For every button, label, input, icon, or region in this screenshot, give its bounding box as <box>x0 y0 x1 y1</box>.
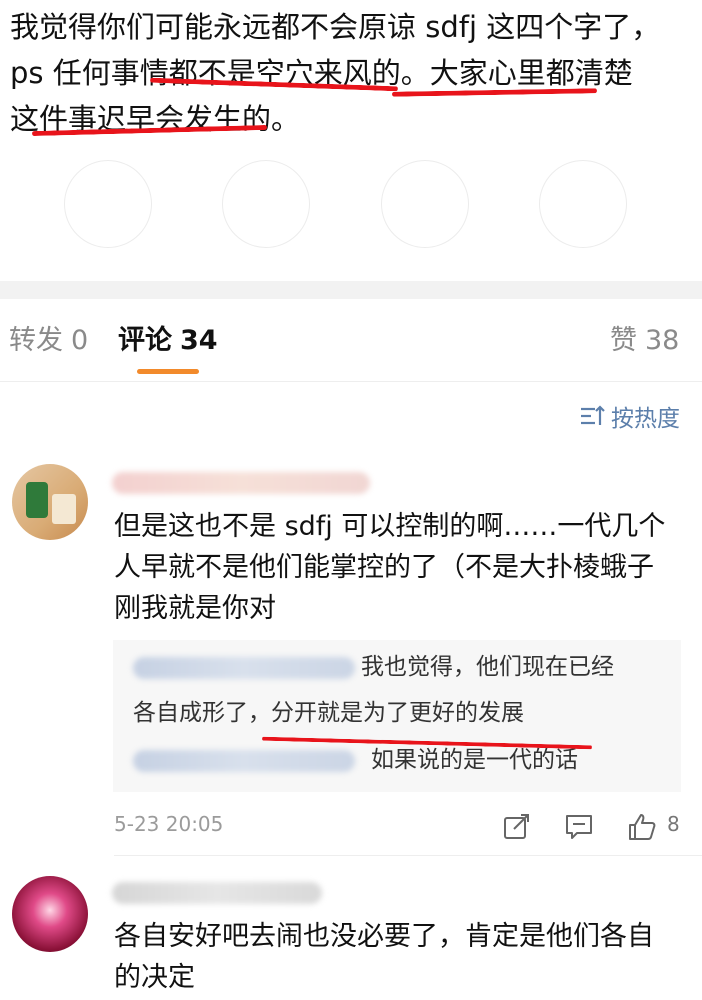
comment-line: 刚我就是你对 <box>114 593 276 624</box>
sort-icon <box>581 405 605 425</box>
sort-label: 按热度 <box>611 406 680 432</box>
tab-label: 评论 <box>118 325 172 356</box>
avatar[interactable] <box>12 876 88 952</box>
reply-icon[interactable] <box>564 812 594 842</box>
image-placeholder[interactable] <box>64 160 152 248</box>
reply-text: 我也觉得，他们现在已经 <box>361 654 614 680</box>
weibo-post-page: 我觉得你们可能永远都不会原谅 sdfj 这四个字了， ps 任何事情都不是空穴来… <box>0 0 702 1000</box>
comment-line: 的决定 <box>114 962 195 993</box>
tab-label: 赞 <box>610 325 637 356</box>
tab-repost[interactable]: 转发 0 <box>9 323 88 359</box>
section-divider <box>0 281 702 299</box>
sort-by-hot-button[interactable]: 按热度 <box>579 396 680 436</box>
reply-text: 各自成形了，分开就是为了更好的发展 <box>133 700 524 726</box>
tab-count: 38 <box>645 325 680 356</box>
blurred-username[interactable] <box>112 472 370 494</box>
post-body: 我觉得你们可能永远都不会原谅 sdfj 这四个字了， ps 任何事情都不是空穴来… <box>10 4 690 142</box>
comment-text: 但是这也不是 sdfj 可以控制的啊……一代几个 人早就不是他们能掌控的了（不是… <box>114 506 689 629</box>
comment-line: 人早就不是他们能掌控的了（不是大扑棱蛾子 <box>114 552 654 583</box>
reply-preview-box[interactable]: 我也觉得，他们现在已经 各自成形了，分开就是为了更好的发展 如果说的是一代的话 <box>113 640 681 792</box>
avatar-shape <box>52 494 76 524</box>
blurred-reply-username <box>133 657 355 679</box>
blurred-username[interactable] <box>112 882 322 904</box>
tab-likes[interactable]: 赞 38 <box>610 323 679 359</box>
tab-bar: 转发 0 评论 34 赞 38 <box>0 299 702 382</box>
tab-count: 34 <box>180 325 218 356</box>
share-icon[interactable] <box>502 812 532 842</box>
avatar-shape <box>26 482 48 518</box>
comment-meta-row: 5-23 20:05 8 <box>0 810 702 846</box>
comment-line: 但是这也不是 sdfj 可以控制的啊……一代几个 <box>114 511 666 542</box>
image-placeholder[interactable] <box>222 160 310 248</box>
comment-divider <box>114 855 702 856</box>
comment-line: 各自安好吧去闹也没必要了，肯定是他们各自 <box>114 921 654 952</box>
avatar[interactable] <box>12 464 88 540</box>
comment-time: 5-23 20:05 <box>114 812 224 836</box>
post-line: 这件事迟早会发生的。 <box>10 102 301 136</box>
blurred-reply-username <box>133 750 355 772</box>
tab-comments[interactable]: 评论 34 <box>118 323 218 359</box>
tab-label: 转发 <box>9 325 63 356</box>
image-placeholder[interactable] <box>539 160 627 248</box>
image-placeholder-row <box>0 160 702 250</box>
post-line: 我觉得你们可能永远都不会原谅 sdfj 这四个字了， <box>10 10 661 44</box>
tab-count: 0 <box>71 325 89 356</box>
active-tab-indicator <box>137 369 199 374</box>
comment-text: 各自安好吧去闹也没必要了，肯定是他们各自 的决定 <box>114 916 689 998</box>
image-placeholder[interactable] <box>381 160 469 248</box>
like-icon[interactable] <box>627 812 657 842</box>
like-count: 8 <box>667 812 680 836</box>
